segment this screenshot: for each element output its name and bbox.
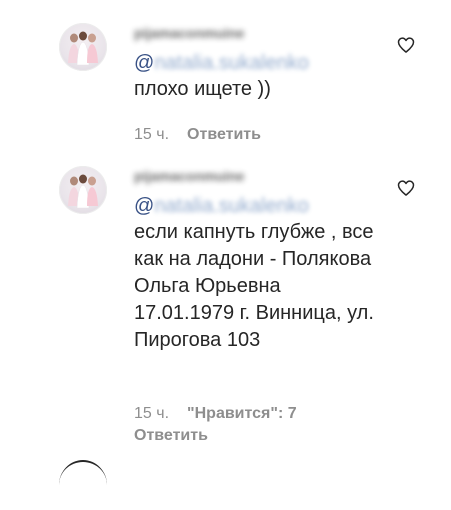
comment-time: 15 ч.: [134, 405, 170, 422]
avatar-image: [68, 31, 98, 66]
avatar[interactable]: [59, 23, 107, 71]
reply-button[interactable]: Ответить: [187, 126, 261, 143]
next-comment-avatar[interactable]: [59, 460, 107, 510]
reply-button[interactable]: Ответить: [134, 427, 208, 444]
likes-count[interactable]: "Нравится": 7: [187, 405, 297, 422]
heart-outline-icon[interactable]: [396, 178, 416, 198]
comment-username[interactable]: pijamaconmuine: [134, 25, 284, 43]
heart-outline-icon[interactable]: [396, 35, 416, 55]
comment-meta: 15 ч. "Нравится": 7 Ответить: [134, 403, 297, 447]
mention[interactable]: @natalia.sukalenko: [134, 194, 344, 218]
comment-time: 15 ч.: [134, 126, 170, 143]
comment-meta: 15 ч. Ответить: [134, 126, 261, 144]
mention-username: natalia.sukalenko: [154, 195, 309, 217]
mention[interactable]: @natalia.sukalenko: [134, 51, 344, 75]
comment-username[interactable]: pijamaconmuine: [134, 168, 284, 186]
mention-username: natalia.sukalenko: [154, 52, 309, 74]
avatar-image: [68, 174, 98, 209]
comment-text: плохо ищете )): [134, 78, 271, 100]
avatar[interactable]: [59, 166, 107, 214]
mention-at: @: [134, 52, 155, 74]
comment-text: если капнуть глубже , все как на ладони …: [134, 221, 374, 351]
mention-at: @: [134, 195, 155, 217]
